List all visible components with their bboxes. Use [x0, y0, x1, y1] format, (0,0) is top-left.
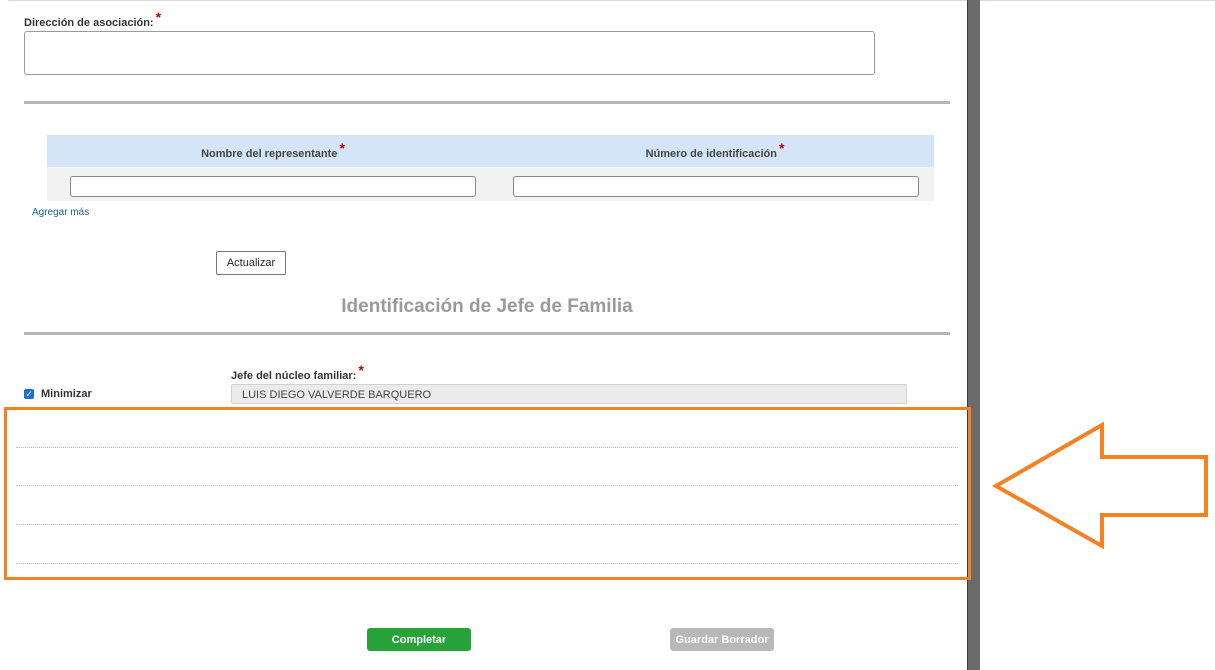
representatives-table-header: Nombre del representante * Número de iden…	[47, 135, 934, 167]
head-of-family-label: Jefe del núcleo familiar: *	[231, 362, 364, 382]
required-mark: *	[339, 140, 345, 156]
representatives-table-row	[47, 167, 934, 201]
top-border	[0, 0, 1215, 1]
column-header-id: Número de identificación *	[515, 140, 915, 160]
highlight-box	[4, 407, 971, 580]
association-address-label: Dirección de asociación: *	[24, 9, 161, 29]
representative-name-input[interactable]	[70, 176, 476, 197]
head-of-family-field: LUIS DIEGO VALVERDE BARQUERO	[231, 384, 907, 404]
minimize-checkbox[interactable]: ✓	[24, 389, 34, 399]
association-address-label-text: Dirección de asociación:	[24, 17, 154, 29]
required-mark: *	[358, 362, 364, 378]
divider	[24, 332, 950, 335]
complete-button[interactable]: Completar	[367, 628, 471, 651]
column-header-name-text: Nombre del representante	[201, 148, 338, 160]
update-button[interactable]: Actualizar	[216, 251, 286, 275]
representative-id-input[interactable]	[513, 176, 919, 197]
required-mark: *	[778, 140, 785, 156]
association-address-input[interactable]	[24, 31, 875, 75]
column-header-id-text: Número de identificación	[645, 148, 777, 160]
column-header-name: Nombre del representante *	[73, 140, 473, 160]
arrow-left-icon	[991, 421, 1208, 550]
section-title: Identificación de Jefe de Familia	[341, 296, 633, 317]
head-of-family-label-text: Jefe del núcleo familiar:	[231, 370, 357, 382]
divider	[24, 101, 950, 104]
required-mark: *	[155, 9, 162, 25]
add-more-link[interactable]: Agregar más	[32, 207, 89, 218]
save-draft-button[interactable]: Guardar Borrador	[670, 628, 774, 651]
minimize-label: Minimizar	[41, 388, 92, 400]
